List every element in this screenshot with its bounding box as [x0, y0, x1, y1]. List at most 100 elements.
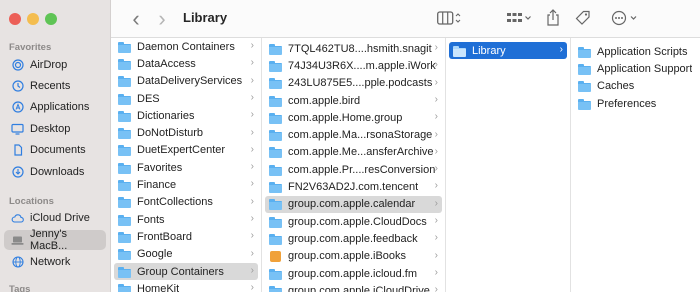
folder-icon	[269, 95, 282, 107]
document-icon	[11, 144, 24, 157]
ibooks-icon	[270, 250, 281, 262]
folder-icon	[118, 266, 131, 278]
list-item[interactable]: group.com.apple.iBooks ›	[265, 248, 442, 265]
list-item[interactable]: Caches	[574, 78, 697, 95]
list-item[interactable]: Daemon Containers ›	[114, 38, 258, 55]
list-item[interactable]: Finance ›	[114, 176, 258, 193]
chevron-right-icon: ›	[559, 44, 563, 55]
list-item-label: Library	[472, 44, 506, 57]
sidebar-item-applications[interactable]: Applications	[4, 97, 106, 117]
list-item-label: Google	[137, 248, 173, 261]
list-item[interactable]: Google ›	[114, 246, 258, 263]
column-2[interactable]: 7TQL462TU8....hsmith.snagit › 74J34U3R6X..…	[262, 38, 446, 292]
column-3[interactable]: Library ›	[446, 38, 571, 292]
list-item-label: DoNotDisturb	[137, 127, 204, 140]
applications-icon	[11, 101, 24, 114]
list-item[interactable]: 7TQL462TU8....hsmith.snagit ›	[265, 40, 442, 57]
list-item[interactable]: group.com.apple.icloud.fm ›	[265, 265, 442, 282]
list-item[interactable]: group.com.apple.iCloudDrive ›	[265, 282, 442, 292]
sidebar-item-label: Jenny's MacB...	[30, 228, 68, 252]
list-item-label: DES	[137, 92, 160, 105]
chevron-right-icon: ›	[434, 232, 438, 244]
folder-icon	[118, 145, 131, 157]
list-item[interactable]: com.apple.Pr....resConversion ›	[265, 161, 442, 178]
zoom-button[interactable]	[45, 13, 57, 25]
list-item[interactable]: Favorites ›	[114, 159, 258, 176]
folder-icon	[578, 63, 591, 75]
list-item[interactable]: com.apple.bird ›	[265, 92, 442, 109]
sidebar-item-desktop[interactable]: Desktop	[4, 119, 106, 139]
list-item[interactable]: 74J34U3R6X....m.apple.iWork ›	[265, 57, 442, 74]
list-item[interactable]: Dictionaries ›	[114, 107, 258, 124]
list-item[interactable]: 243LU875E5....pple.podcasts ›	[265, 75, 442, 92]
folder-icon	[453, 45, 466, 57]
folder-icon	[578, 81, 591, 93]
list-item[interactable]: Group Containers ›	[114, 262, 258, 281]
chevron-right-icon: ›	[434, 266, 438, 278]
list-item[interactable]: group.com.apple.feedback ›	[265, 230, 442, 247]
sidebar-item-documents[interactable]: Documents	[4, 140, 106, 160]
chevron-right-icon: ›	[434, 215, 438, 226]
sidebar-item-label: iCloud Drive	[30, 212, 90, 224]
column-4[interactable]: Application Scripts Application Support Ca…	[571, 38, 700, 292]
column-1[interactable]: Daemon Containers › DataAccess › DataDeliver…	[111, 38, 262, 292]
list-item-label: Favorites	[137, 161, 183, 174]
sidebar-item-label: Downloads	[30, 166, 85, 178]
chevron-right-icon: ›	[250, 57, 254, 69]
list-item[interactable]: group.com.apple.calendar ›	[265, 195, 442, 213]
chevron-right-icon: ›	[250, 161, 254, 173]
sidebar-item-label: Recents	[30, 80, 71, 92]
list-item-label: Daemon Containers	[137, 40, 235, 53]
list-item[interactable]: DataAccess ›	[114, 55, 258, 72]
folder-icon	[118, 162, 131, 174]
list-item[interactable]: DataDeliveryServices ›	[114, 73, 258, 90]
list-item[interactable]: Preferences	[574, 95, 697, 112]
sidebar-item-macbook[interactable]: Jenny's MacB...	[4, 228, 106, 252]
list-item[interactable]: FontCollections ›	[114, 194, 258, 211]
back-button[interactable]: ‹	[127, 6, 145, 31]
list-item[interactable]: com.apple.Ma...rsonaStorage ›	[265, 127, 442, 144]
more-actions-button[interactable]	[608, 9, 644, 29]
list-item-label: Application Support	[597, 62, 693, 75]
list-item-label: DuetExpertCenter	[137, 144, 226, 157]
sidebar-item-recents[interactable]: Recents	[4, 76, 106, 96]
folder-icon	[269, 182, 282, 194]
chevron-right-icon: ›	[250, 40, 254, 51]
chevron-right-icon: ›	[250, 178, 254, 190]
folder-icon	[118, 76, 131, 88]
list-item[interactable]: DES ›	[114, 90, 258, 107]
list-item[interactable]: Library ›	[449, 42, 567, 60]
list-item-label: com.apple.Pr....resConversion	[288, 163, 436, 176]
window-controls	[9, 13, 57, 25]
folder-icon	[269, 147, 282, 159]
forward-button[interactable]: ›	[153, 6, 171, 31]
sidebar-item-airdrop[interactable]: AirDrop	[4, 55, 106, 75]
sidebar-item-network[interactable]: Network	[4, 252, 106, 272]
sidebar-item-icloud-drive[interactable]: iCloud Drive	[4, 208, 106, 228]
download-icon	[11, 166, 24, 179]
columns-view-icon	[437, 10, 461, 28]
chevron-right-icon: ›	[434, 197, 438, 209]
list-item[interactable]: com.apple.Me...ansferArchive ›	[265, 144, 442, 161]
list-item[interactable]: com.apple.Home.group ›	[265, 109, 442, 126]
folder-icon	[269, 199, 282, 211]
list-item[interactable]: HomeKit ›	[114, 280, 258, 292]
folder-icon	[118, 128, 131, 140]
list-item[interactable]: Application Support	[574, 60, 697, 77]
list-item[interactable]: Application Scripts	[574, 43, 697, 60]
list-item[interactable]: DuetExpertCenter ›	[114, 142, 258, 159]
list-item[interactable]: FrontBoard ›	[114, 228, 258, 245]
finder-window: Favorites AirDrop Recents Applications D…	[0, 0, 700, 292]
minimize-button[interactable]	[27, 13, 39, 25]
list-item[interactable]: group.com.apple.CloudDocs ›	[265, 213, 442, 230]
view-mode-button[interactable]	[433, 9, 465, 29]
tag-button[interactable]	[573, 9, 593, 29]
chevron-right-icon: ›	[434, 42, 438, 53]
group-button[interactable]	[503, 9, 535, 29]
list-item[interactable]: DoNotDisturb ›	[114, 125, 258, 142]
sidebar-item-downloads[interactable]: Downloads	[4, 162, 106, 182]
close-button[interactable]	[9, 13, 21, 25]
share-button[interactable]	[543, 9, 563, 29]
list-item[interactable]: Fonts ›	[114, 211, 258, 228]
list-item[interactable]: FN2V63AD2J.com.tencent ›	[265, 178, 442, 195]
